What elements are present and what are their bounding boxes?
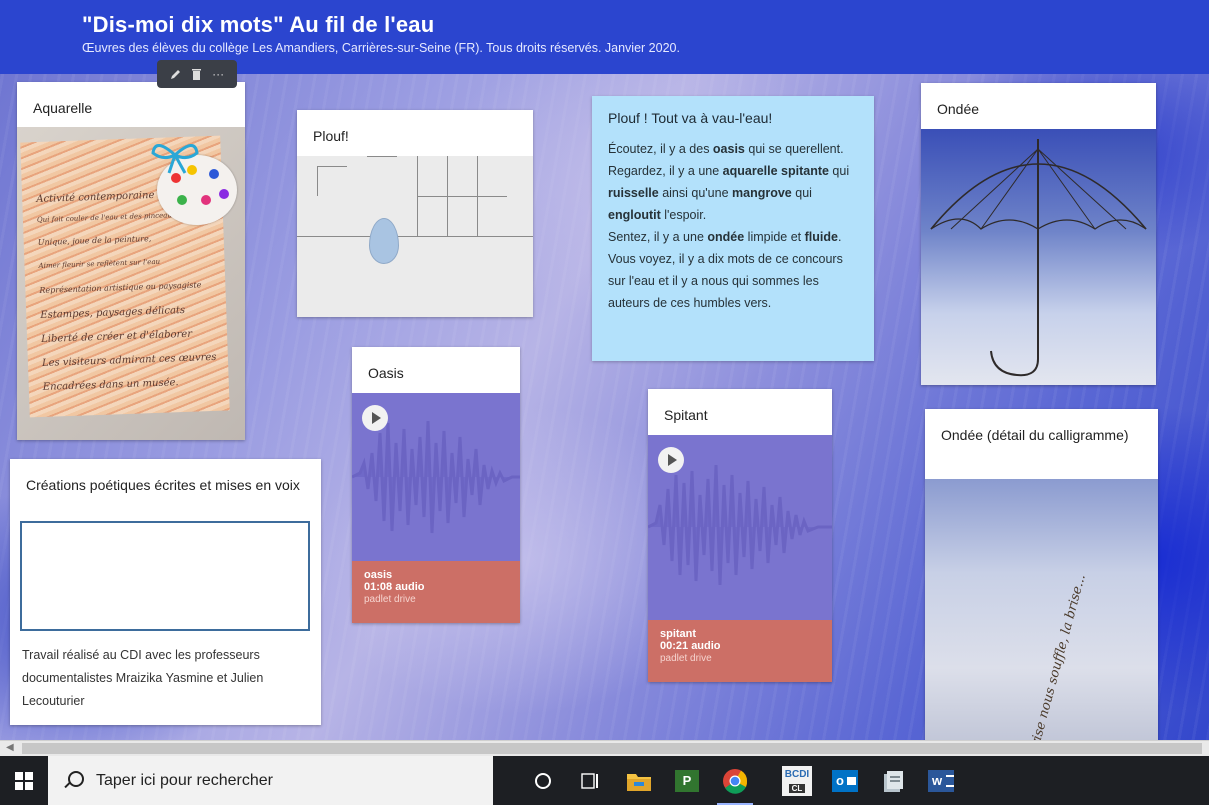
post-note-plouf[interactable]: Plouf ! Tout va à vau-l'eau! Écoutez, il… [592, 96, 874, 361]
note-body: Écoutez, il y a des oasis qui se querell… [608, 142, 850, 310]
post-spitant-audio[interactable]: Spitant spitant 00:21 audio padlet drive [648, 389, 832, 682]
post-oasis-audio[interactable]: Oasis oasis 01:08 audio padlet drive [352, 347, 520, 623]
scrollbar-thumb[interactable] [22, 743, 1202, 754]
acrostic-line: Qui fait couler de l'eau et des pinceaux [36, 211, 176, 225]
acrostic-line: Estampes, paysages délicats [40, 304, 186, 321]
start-icon[interactable] [0, 756, 48, 805]
cortana-icon[interactable] [519, 756, 567, 805]
acrostic-line: Liberté de créer et d'élaborer [40, 328, 193, 345]
audio-name: oasis [364, 569, 393, 581]
acrostic-line: Activité contemporaine [36, 189, 155, 206]
ondee-detail-image[interactable]: ...la brise nous souffle, la brise... [925, 479, 1158, 740]
outlook-icon[interactable]: o [821, 756, 869, 805]
aquarelle-image[interactable]: Activité contemporaine Qui fait couler d… [17, 127, 245, 440]
post-aquarelle[interactable]: Aquarelle Activité contemporaine Qui fai… [17, 82, 245, 440]
padlet-board: "Dis-moi dix mots" Au fil de l'eau Œuvre… [0, 0, 1209, 740]
post-ondee-detail[interactable]: Ondée (détail du calligramme) ...la bris… [925, 409, 1158, 740]
post-title: Ondée [937, 101, 980, 117]
note-title: Plouf ! Tout va à vau-l'eau! [608, 110, 773, 126]
audio-waveform [352, 393, 520, 561]
ribbon-icon [151, 144, 199, 174]
post-title: Plouf! [313, 128, 349, 144]
post-title: Spitant [664, 407, 708, 423]
audio-meta: 00:21 audio [660, 640, 721, 652]
audio-waveform [648, 435, 832, 620]
audio-source: padlet drive [660, 653, 712, 664]
project-icon[interactable]: P [663, 756, 711, 805]
ondee-image[interactable] [921, 129, 1156, 385]
more-icon[interactable]: ··· [212, 67, 224, 81]
post-body: Travail réalisé au CDI avec les professe… [22, 648, 264, 708]
acrostic-line: Aimer fleurir se reflètent sur l'eau [38, 257, 161, 271]
play-button[interactable] [362, 405, 388, 431]
calligram-text: ...la brise nous souffle, la brise... [1018, 572, 1089, 740]
acrostic-line: Les visiteurs admirant ces œuvres [41, 351, 217, 369]
umbrella-calligram-illustration [930, 139, 1147, 377]
audio-footer[interactable]: spitant 00:21 audio padlet drive [648, 620, 832, 682]
acrostic-line: Représentation artistique ou paysagiste [39, 280, 202, 295]
post-title: Oasis [368, 365, 404, 381]
post-title: Ondée (détail du calligramme) [941, 427, 1129, 443]
audio-meta: 01:08 audio [364, 581, 425, 593]
board-title: "Dis-moi dix mots" Au fil de l'eau [82, 12, 435, 37]
post-creations[interactable]: Créations poétiques écrites et mises en … [10, 459, 321, 725]
water-drop-illustration [369, 218, 399, 264]
play-button[interactable] [658, 447, 684, 473]
horizontal-scrollbar[interactable]: ◀ [0, 740, 1209, 756]
search-placeholder: Taper ici pour rechercher [96, 771, 273, 789]
task-view-icon[interactable] [567, 756, 615, 805]
plouf-image[interactable] [297, 156, 533, 317]
embed-frame[interactable] [20, 521, 310, 631]
audio-footer[interactable]: oasis 01:08 audio padlet drive [352, 561, 520, 623]
scroll-left-icon[interactable]: ◀ [6, 742, 14, 753]
taskbar-search-box[interactable]: Taper ici pour rechercher [48, 756, 493, 805]
file-manager-icon[interactable] [869, 756, 917, 805]
post-plouf[interactable]: Plouf! [297, 110, 533, 317]
trash-icon[interactable] [191, 68, 202, 80]
post-title: Créations poétiques écrites et mises en … [26, 477, 300, 493]
pencil-icon[interactable] [170, 68, 182, 80]
post-ondee[interactable]: Ondée [921, 83, 1156, 385]
audio-name: spitant [660, 628, 697, 640]
audio-source: padlet drive [364, 594, 416, 605]
search-icon [62, 770, 84, 792]
chrome-icon[interactable] [711, 756, 759, 805]
windows-taskbar: Taper ici pour rechercher P BCDI CL o w [0, 756, 1209, 805]
board-subtitle: Œuvres des élèves du collège Les Amandie… [82, 41, 680, 55]
word-icon[interactable]: w [917, 756, 965, 805]
file-explorer-icon[interactable] [615, 756, 663, 805]
post-toolbar: ··· [157, 60, 237, 88]
bcdi-icon[interactable]: BCDI CL [773, 756, 821, 805]
acrostic-line: Encadrées dans un musée. [42, 377, 179, 393]
acrostic-line: Unique, joue de la peinture, [37, 234, 152, 248]
